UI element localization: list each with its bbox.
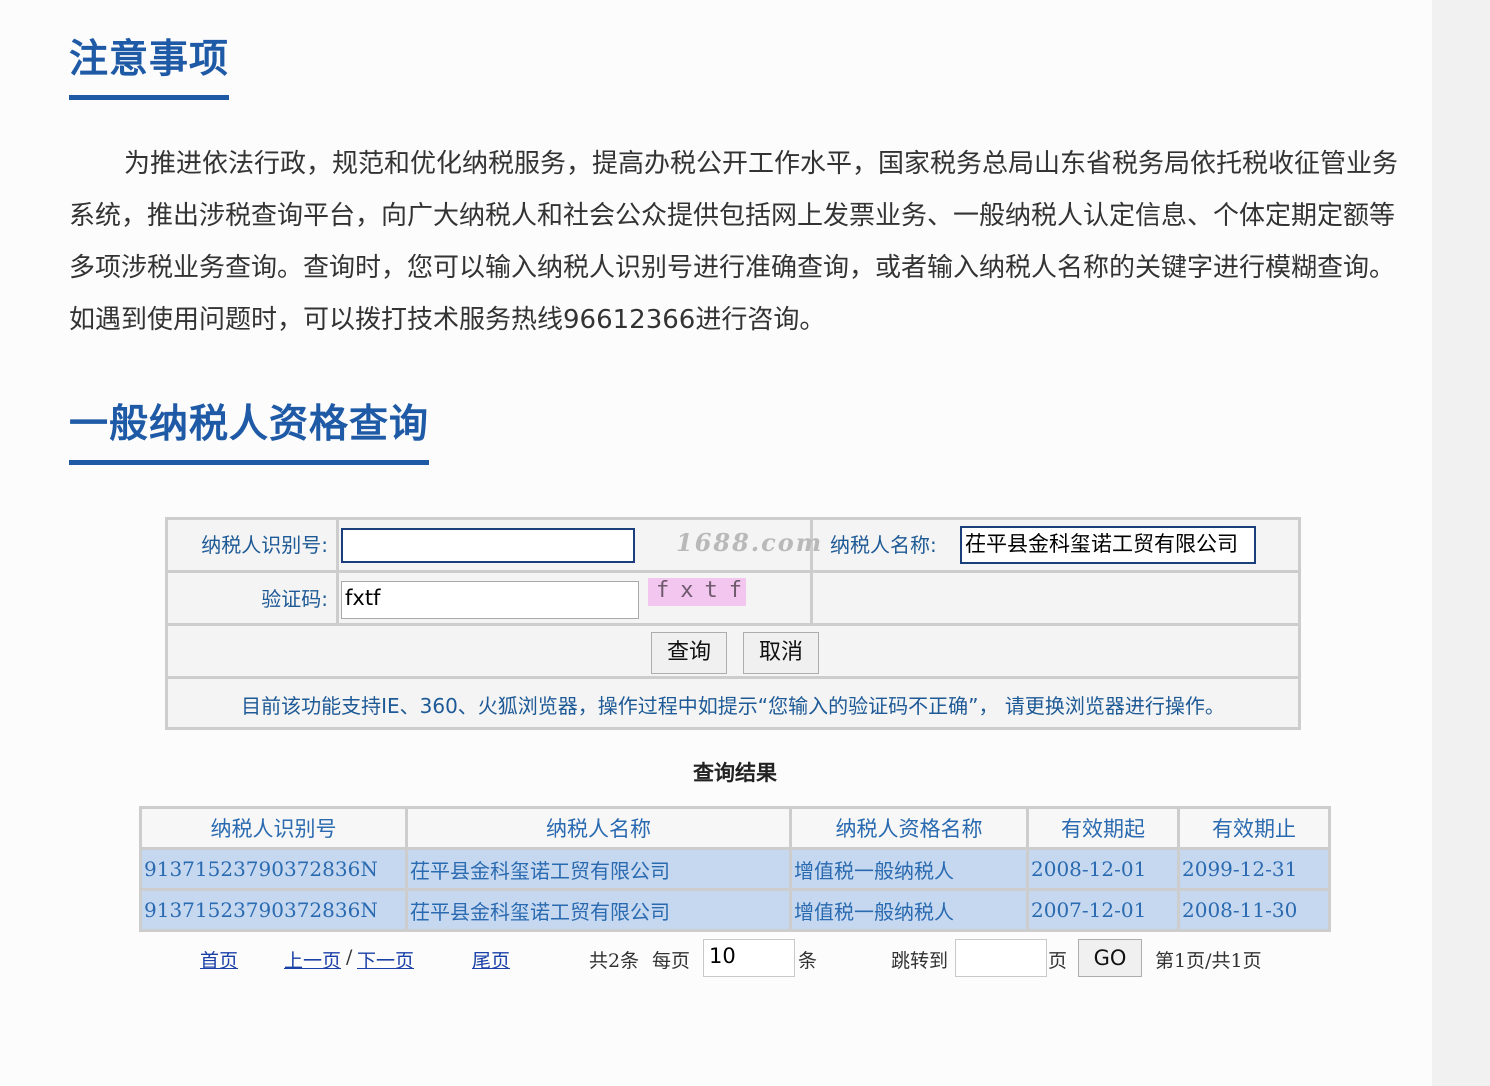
captcha-image[interactable]: fxtf xyxy=(648,578,746,606)
form-divider xyxy=(336,571,339,624)
cell-taxpayer-name: 茌平县金科玺诺工贸有限公司 xyxy=(405,847,792,891)
next-page-link[interactable]: 下一页 xyxy=(357,946,414,973)
taxpayer-id-input[interactable] xyxy=(341,528,635,563)
notice-paragraph: 为推进依法行政，规范和优化纳税服务，提高办税公开工作水平，国家税务总局山东省税务… xyxy=(69,149,1399,335)
form-divider xyxy=(336,520,339,571)
taxpayer-name-label: 纳税人名称: xyxy=(830,533,937,557)
go-button[interactable]: GO xyxy=(1078,939,1142,977)
cell-taxpayer-name: 茌平县金科玺诺工贸有限公司 xyxy=(405,888,792,932)
col-header-taxpayer-id: 纳税人识别号 xyxy=(139,806,408,850)
pagination: 首页 上一页 / 下一页 尾页 共2条 每页 10 条 跳转到 页 GO 第1页… xyxy=(0,939,1430,978)
col-header-qualification: 纳税人资格名称 xyxy=(789,806,1029,850)
last-page-link[interactable]: 尾页 xyxy=(472,946,510,973)
table-header-row: 纳税人识别号 纳税人名称 纳税人资格名称 有效期起 有效期止 xyxy=(139,806,1331,850)
col-header-valid-from: 有效期起 xyxy=(1026,806,1180,850)
pager-separator: / xyxy=(346,946,353,968)
taxpayer-name-input[interactable]: 茌平县金科玺诺工贸有限公司 xyxy=(960,526,1256,564)
cell-taxpayer-id: 91371523790372836N xyxy=(139,847,408,891)
captcha-label: 验证码: xyxy=(261,587,328,611)
form-divider xyxy=(168,676,1298,679)
cell-valid-to: 2008-11-30 xyxy=(1177,888,1331,932)
submit-button[interactable]: 查询 xyxy=(651,632,727,674)
page-status: 第1页/共1页 xyxy=(1155,950,1262,972)
cancel-button[interactable]: 取消 xyxy=(743,632,819,674)
cell-qualification: 增值税一般纳税人 xyxy=(789,888,1029,932)
per-page-label: 每页 xyxy=(652,950,691,972)
page-unit: 页 xyxy=(1048,950,1068,972)
page-scroll-gutter xyxy=(1432,0,1490,1086)
watermark-text: 1688.com xyxy=(676,528,824,557)
results-caption: 查询结果 xyxy=(693,760,777,785)
notice-section-title: 注意事项 xyxy=(69,35,230,100)
browser-notice: 目前该功能支持IE、360、火狐浏览器，操作过程中如提示“您输入的验证码不正确”… xyxy=(241,694,1225,718)
col-header-taxpayer-name: 纳税人名称 xyxy=(405,806,792,850)
jump-page-input[interactable] xyxy=(955,939,1047,977)
per-page-input[interactable]: 10 xyxy=(703,939,795,977)
jump-label: 跳转到 xyxy=(891,950,949,972)
taxpayer-id-label: 纳税人识别号: xyxy=(201,533,328,557)
captcha-input[interactable]: fxtf xyxy=(341,581,639,619)
results-table: 纳税人识别号 纳税人名称 纳税人资格名称 有效期起 有效期止 913715237… xyxy=(139,806,1331,932)
cell-valid-to: 2099-12-31 xyxy=(1177,847,1331,891)
table-row: 91371523790372836N 茌平县金科玺诺工贸有限公司 增值税一般纳税… xyxy=(139,888,1331,932)
form-divider xyxy=(168,623,1298,626)
first-page-link[interactable]: 首页 xyxy=(200,946,238,973)
query-section-title: 一般纳税人资格查询 xyxy=(69,400,430,465)
cell-qualification: 增值税一般纳税人 xyxy=(789,847,1029,891)
query-form: 纳税人识别号: 1688.com 纳税人名称: 茌平县金科玺诺工贸有限公司 验证… xyxy=(165,517,1301,730)
col-header-valid-to: 有效期止 xyxy=(1177,806,1331,850)
total-count: 共2条 xyxy=(589,950,640,972)
form-divider xyxy=(168,570,1298,573)
table-row: 91371523790372836N 茌平县金科玺诺工贸有限公司 增值税一般纳税… xyxy=(139,847,1331,891)
cell-valid-from: 2007-12-01 xyxy=(1026,888,1180,932)
cell-valid-from: 2008-12-01 xyxy=(1026,847,1180,891)
per-page-unit: 条 xyxy=(798,950,818,972)
prev-page-link[interactable]: 上一页 xyxy=(284,946,341,973)
cell-taxpayer-id: 91371523790372836N xyxy=(139,888,408,932)
